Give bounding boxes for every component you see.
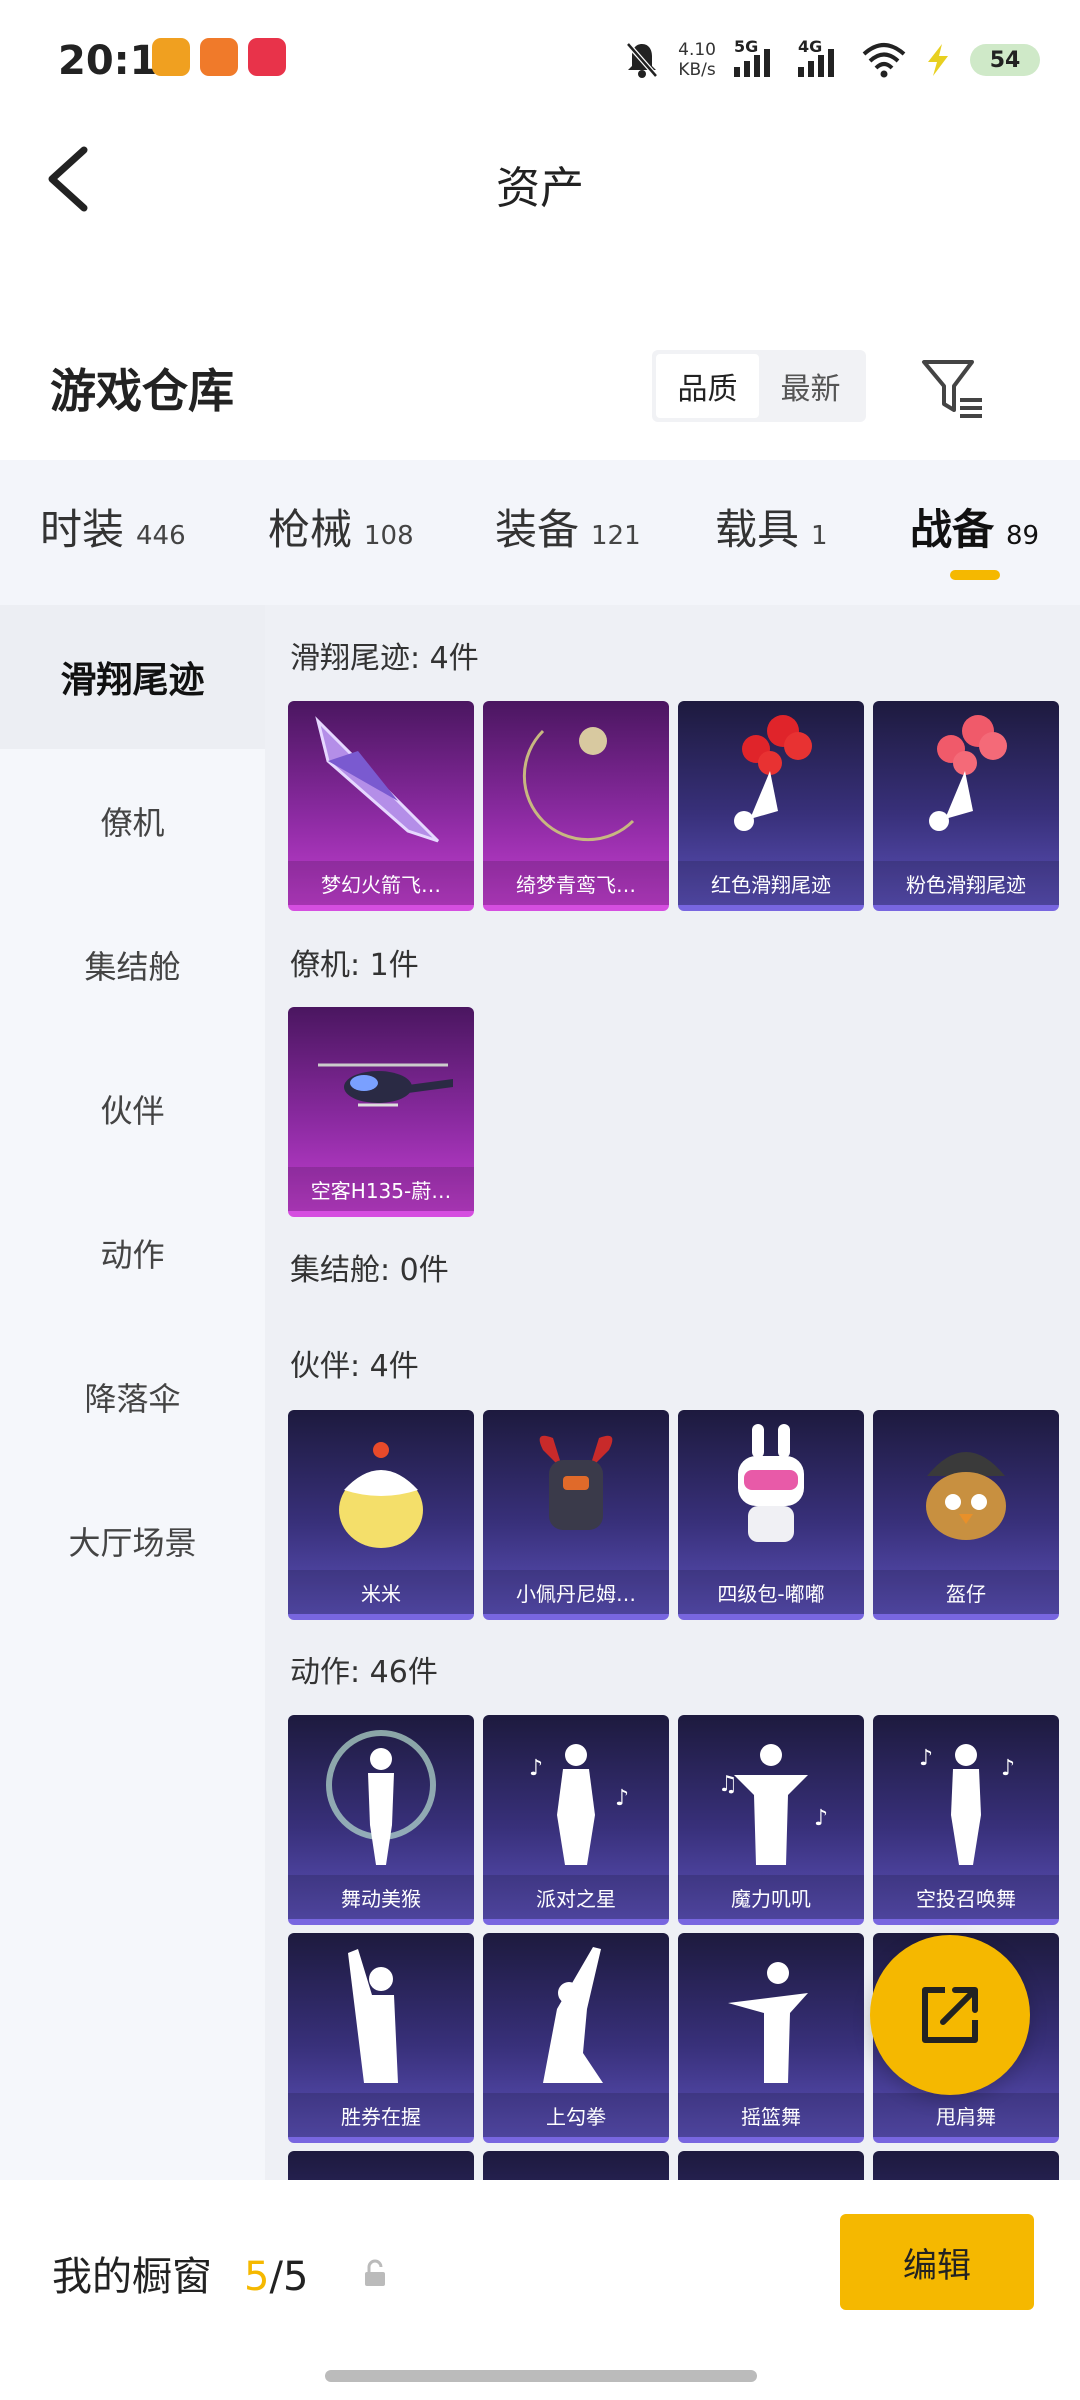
dance-emote-icon	[348, 1949, 398, 2083]
svg-text:♪: ♪	[615, 1786, 629, 1811]
dance-emote-icon: ♫♪	[718, 1744, 828, 1865]
section-title-glide-trail: 滑翔尾迹: 4件	[290, 641, 479, 676]
helicopter-icon	[318, 1063, 453, 1107]
sidebar-item-wingman[interactable]: 僚机	[0, 749, 265, 893]
filter-icon[interactable]	[918, 352, 988, 422]
item-card[interactable]: ♪ ♪ 派对之星	[483, 1715, 669, 1925]
item-card[interactable]: 空客H135-蔚…	[288, 1007, 474, 1217]
category-tabs: 时装 446 枪械 108 装备 121 载具 1 战备 89	[0, 460, 1080, 605]
signal-5g-icon: 5G	[734, 37, 780, 77]
app-notification-icon	[152, 38, 190, 76]
dance-emote-icon: ♪♪	[529, 1744, 629, 1865]
chick-icon	[339, 1442, 423, 1548]
tab-fashion[interactable]: 时装 446	[40, 496, 186, 557]
showcase-label: 我的橱窗 5/5	[52, 2254, 309, 2300]
item-card[interactable]: ♪ ♪ 空投召唤舞	[873, 1715, 1059, 1925]
sidebar-item-assembly-pod[interactable]: 集结舱	[0, 893, 265, 1037]
tab-vehicles[interactable]: 载具 1	[715, 496, 828, 557]
section-title-emote: 动作: 46件	[290, 1655, 438, 1690]
svg-text:♪: ♪	[814, 1806, 828, 1831]
dance-emote-icon	[728, 1962, 808, 2083]
sort-toggle: 品质 最新	[652, 350, 866, 422]
section-title-assembly-pod: 集结舱: 0件	[290, 1253, 449, 1288]
showcase-count: 5/5	[244, 2254, 309, 2300]
item-card[interactable]: 绮梦青鸾飞…	[483, 701, 669, 911]
app-notification-icon	[248, 38, 286, 76]
dance-emote-icon	[326, 1730, 436, 1865]
item-card[interactable]	[288, 2151, 474, 2180]
charging-icon	[928, 44, 948, 76]
item-card[interactable]: 红色滑翔尾迹	[678, 701, 864, 911]
edit-button[interactable]: 编辑	[840, 2214, 1034, 2310]
network-speed: 4.10 KB/s	[678, 40, 716, 80]
active-tab-indicator	[950, 570, 1000, 580]
notification-icons	[152, 38, 286, 76]
item-card[interactable]: ♫ ♪ 魔力叽叽	[678, 1715, 864, 1925]
item-card[interactable]	[678, 2151, 864, 2180]
title-bar: 资产	[0, 120, 1080, 240]
showcase-bar: 我的橱窗 5/5 编辑	[0, 2180, 1080, 2400]
home-indicator[interactable]	[325, 2370, 757, 2382]
share-icon	[922, 1987, 978, 2043]
item-card[interactable]: 摇篮舞	[678, 1933, 864, 2143]
status-bar: 20:19 4.10 KB/s 5G 4G 54	[0, 0, 1080, 120]
page-title: 资产	[496, 163, 584, 214]
item-card[interactable]: 粉色滑翔尾迹	[873, 701, 1059, 911]
item-card[interactable]	[873, 2151, 1059, 2180]
crescent-moon-icon	[522, 727, 635, 842]
glider-icon	[315, 716, 440, 843]
item-card[interactable]	[483, 2151, 669, 2180]
item-card[interactable]: 胜券在握	[288, 1933, 474, 2143]
svg-text:♪: ♪	[529, 1756, 543, 1781]
app-notification-icon	[200, 38, 238, 76]
mute-bell-icon	[626, 42, 659, 78]
share-button[interactable]	[870, 1935, 1030, 2095]
svg-text:♪: ♪	[1001, 1756, 1015, 1781]
sort-by-quality[interactable]: 品质	[656, 354, 759, 418]
item-card[interactable]: 上勾拳	[483, 1933, 669, 2143]
pink-smoke-trail-icon	[929, 715, 1007, 831]
item-card[interactable]: 舞动美猴	[288, 1715, 474, 1925]
tab-combat-gear[interactable]: 战备 89	[910, 496, 1039, 557]
mech-companion-icon	[539, 1435, 613, 1530]
sidebar-item-glide-trail[interactable]: 滑翔尾迹	[0, 605, 265, 749]
sort-by-newest[interactable]: 最新	[759, 354, 862, 418]
dance-emote-icon	[543, 1947, 603, 2083]
sidebar-item-parachute[interactable]: 降落伞	[0, 1325, 265, 1469]
item-card[interactable]: 四级包-嘟嘟	[678, 1410, 864, 1620]
svg-text:♫: ♫	[718, 1772, 738, 1797]
item-card[interactable]: 盔仔	[873, 1410, 1059, 1620]
lock-icon	[365, 2259, 385, 2286]
section-title-companion: 伙伴: 4件	[290, 1349, 419, 1384]
red-smoke-trail-icon	[734, 715, 812, 831]
signal-4g-icon: 4G	[798, 37, 844, 77]
svg-text:♪: ♪	[919, 1746, 933, 1771]
sidebar-item-companion[interactable]: 伙伴	[0, 1037, 265, 1181]
bunny-robot-icon	[738, 1424, 804, 1542]
sidebar-item-emote[interactable]: 动作	[0, 1181, 265, 1325]
item-card[interactable]: 小佩丹尼姆…	[483, 1410, 669, 1620]
sidebar-item-lobby-scene[interactable]: 大厅场景	[0, 1469, 265, 1613]
wifi-icon	[862, 43, 906, 78]
item-card[interactable]: 梦幻火箭飞…	[288, 701, 474, 911]
section-title-wingman: 僚机: 1件	[290, 948, 419, 983]
subcategory-sidebar: 滑翔尾迹 僚机 集结舱 伙伴 动作 降落伞 大厅场景	[0, 605, 265, 2180]
tab-equipment[interactable]: 装备 121	[495, 496, 641, 557]
warehouse-title: 游戏仓库	[50, 364, 234, 418]
battery-indicator: 54	[970, 44, 1040, 76]
item-card[interactable]: 米米	[288, 1410, 474, 1620]
status-indicators: 4.10 KB/s 5G 4G 54	[624, 30, 1040, 90]
dance-emote-icon: ♪♪	[919, 1744, 1015, 1865]
tab-guns[interactable]: 枪械 108	[268, 496, 414, 557]
helmet-chick-icon	[926, 1452, 1006, 1540]
